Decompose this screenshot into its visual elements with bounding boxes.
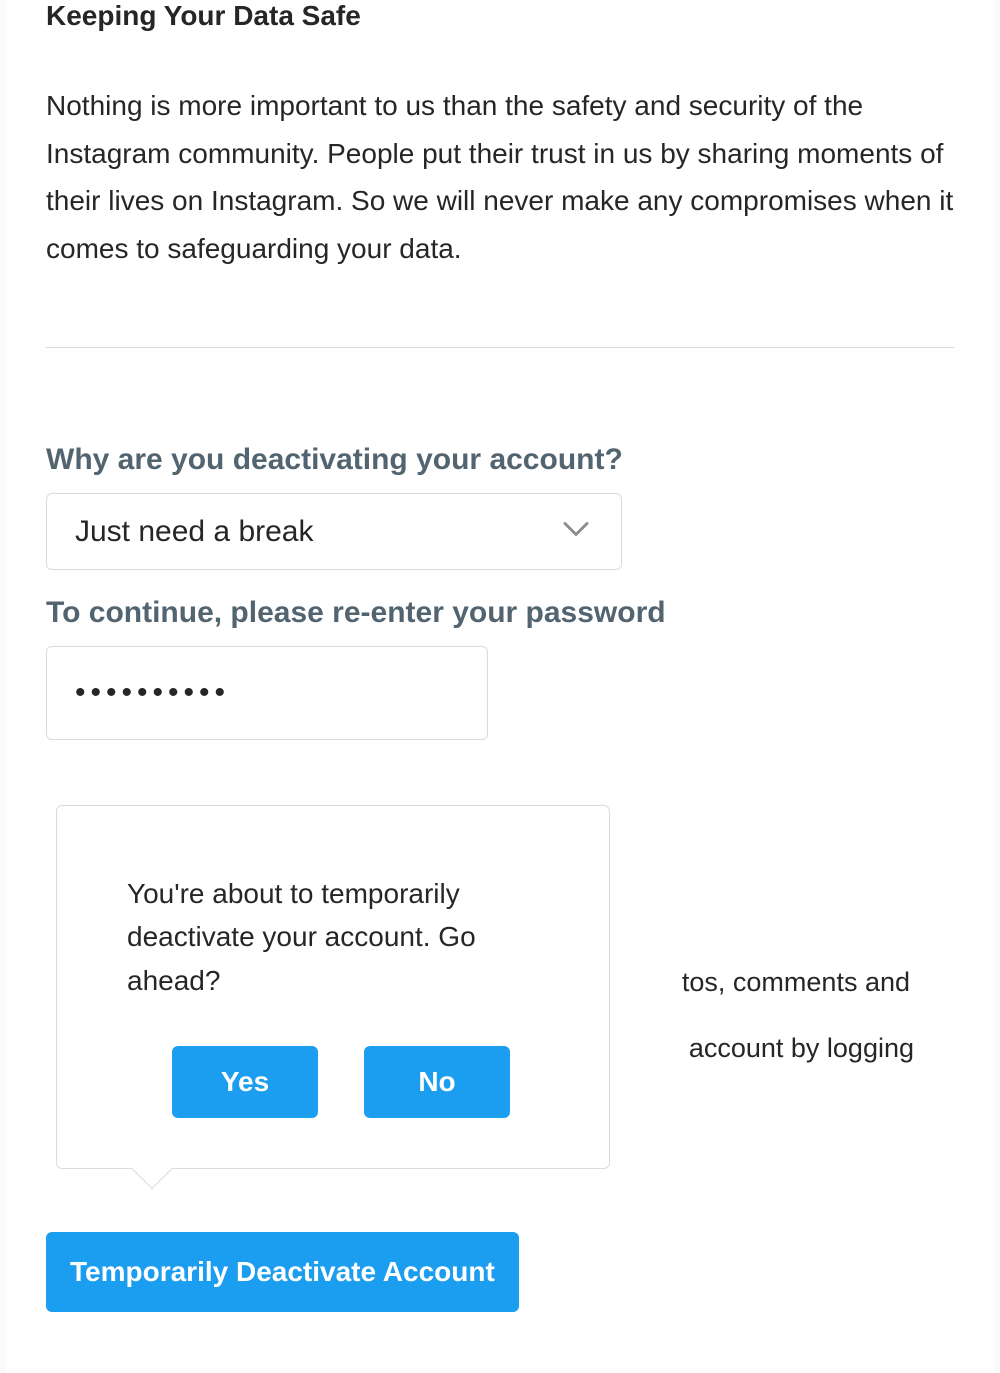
deactivation-form: Why are you deactivating your account? J… xyxy=(46,348,954,740)
temporarily-deactivate-button[interactable]: Temporarily Deactivate Account xyxy=(46,1232,519,1312)
chevron-down-icon xyxy=(563,521,589,542)
reason-select-value: Just need a break xyxy=(75,515,314,549)
account-deactivation-page: Keeping Your Data Safe Nothing is more i… xyxy=(6,0,994,1373)
reason-select[interactable]: Just need a break xyxy=(46,493,622,570)
reason-select-wrapper: Just need a break xyxy=(46,493,622,570)
confirm-button-row: Yes No xyxy=(143,1046,539,1118)
reason-label: Why are you deactivating your account? xyxy=(46,443,954,477)
confirm-deactivation-popover: You're about to temporarily deactivate y… xyxy=(56,805,610,1169)
password-input[interactable] xyxy=(46,646,488,740)
password-input-wrapper xyxy=(46,646,954,740)
password-label: To continue, please re-enter your passwo… xyxy=(46,596,954,630)
safety-heading: Keeping Your Data Safe xyxy=(46,0,954,42)
confirm-no-button[interactable]: No xyxy=(364,1046,510,1118)
safety-body-text: Nothing is more important to us than the… xyxy=(46,42,954,348)
confirm-message: You're about to temporarily deactivate y… xyxy=(127,872,539,1002)
confirm-yes-button[interactable]: Yes xyxy=(172,1046,318,1118)
